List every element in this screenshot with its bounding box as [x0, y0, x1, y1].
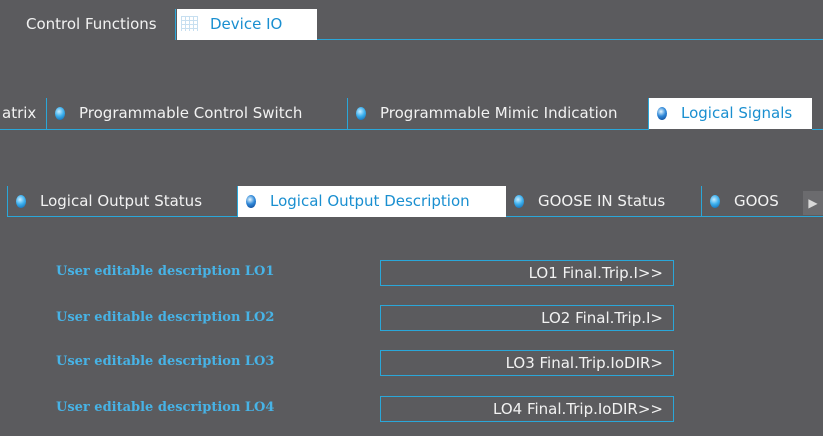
- tab-goose-in-status[interactable]: GOOSE IN Status: [506, 186, 702, 217]
- grid-icon: [181, 16, 198, 31]
- bullet-icon: [710, 195, 720, 208]
- tab-label: GOOSE IN Status: [538, 192, 666, 210]
- tab-matrix[interactable]: atrix: [0, 98, 47, 129]
- output-tab-bar: Logical Output Status Logical Output Des…: [0, 186, 823, 217]
- row-label: User editable description LO1: [56, 264, 275, 279]
- scroll-right-icon[interactable]: ▶: [803, 191, 823, 215]
- signal-tab-bar: atrix Programmable Control Switch Progra…: [0, 98, 823, 131]
- description-field-lo3[interactable]: [380, 350, 674, 376]
- tab-goose[interactable]: GOOS: [702, 186, 803, 217]
- tab-underline: [812, 129, 823, 130]
- tab-label: Logical Signals: [681, 104, 793, 122]
- tab-logical-signals[interactable]: Logical Signals: [649, 98, 812, 129]
- description-field-lo4[interactable]: [380, 396, 674, 422]
- tab-underline: [7, 216, 238, 217]
- bullet-icon: [246, 195, 256, 208]
- tab-label: Device IO: [210, 15, 283, 33]
- bullet-icon: [356, 107, 366, 120]
- bullet-icon: [657, 107, 667, 120]
- tab-label: atrix: [2, 104, 37, 122]
- tab-underline: [317, 39, 823, 40]
- tab-label: Logical Output Status: [40, 192, 203, 210]
- tab-underline: [0, 129, 649, 130]
- tab-label: Programmable Control Switch: [79, 104, 303, 122]
- description-field-lo1[interactable]: [380, 260, 674, 286]
- bullet-icon: [16, 195, 26, 208]
- top-tab-bar: Control Functions Device IO: [0, 0, 823, 40]
- description-field-lo2[interactable]: [380, 305, 674, 331]
- tab-label: Control Functions: [26, 15, 157, 33]
- tab-device-io[interactable]: Device IO: [177, 9, 317, 40]
- tab-control-functions[interactable]: Control Functions: [0, 9, 176, 40]
- tab-logical-output-status[interactable]: Logical Output Status: [8, 186, 238, 217]
- row-label: User editable description LO3: [56, 354, 275, 369]
- tab-underline: [506, 216, 823, 217]
- tab-label: GOOS: [734, 192, 779, 210]
- row-label: User editable description LO4: [56, 400, 275, 415]
- tab-programmable-mimic-indication[interactable]: Programmable Mimic Indication: [348, 98, 649, 129]
- tab-logical-output-description[interactable]: Logical Output Description: [238, 186, 506, 217]
- row-label: User editable description LO2: [56, 310, 275, 325]
- bullet-icon: [55, 107, 65, 120]
- tab-label: Logical Output Description: [270, 192, 470, 210]
- tab-label: Programmable Mimic Indication: [380, 104, 618, 122]
- bullet-icon: [514, 195, 524, 208]
- tab-programmable-control-switch[interactable]: Programmable Control Switch: [47, 98, 348, 129]
